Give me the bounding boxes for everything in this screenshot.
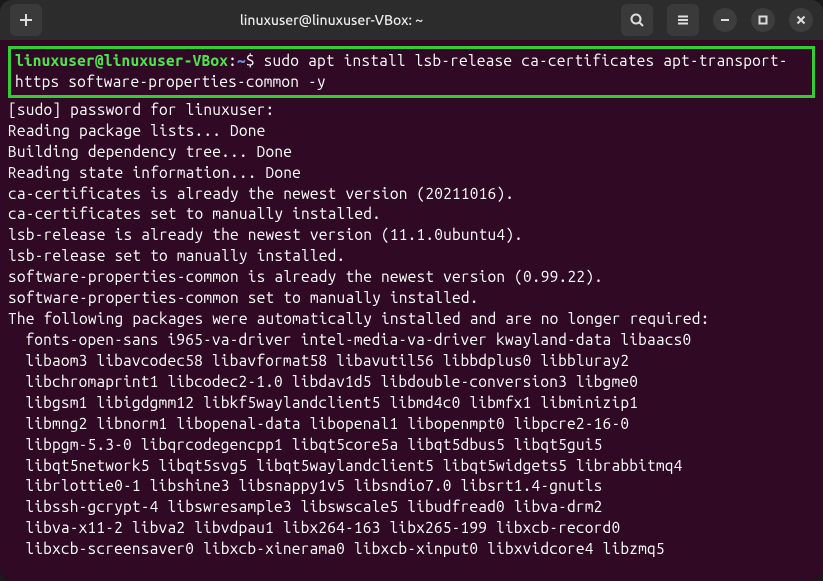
output-line: software-properties-common set to manual… [8, 288, 815, 309]
package-line: librlottie0-1 libshine3 libsnappy1v5 lib… [8, 476, 815, 497]
maximize-button[interactable] [751, 8, 775, 32]
close-button[interactable] [789, 8, 813, 32]
prompt-path: ~ [237, 52, 246, 69]
terminal-window: linuxuser@linuxuser-VBox: ~ linuxuser@li… [0, 0, 823, 581]
package-line: libmng2 libnorm1 libopenal-data libopena… [8, 414, 815, 435]
command-highlight: linuxuser@linuxuser-VBox:~$ sudo apt ins… [8, 46, 815, 98]
package-line: libpgm-5.3-0 libqrcodegencpp1 libqt5core… [8, 435, 815, 456]
output-line: Reading package lists... Done [8, 121, 815, 142]
package-line: libaom3 libavcodec58 libavformat58 libav… [8, 351, 815, 372]
titlebar: linuxuser@linuxuser-VBox: ~ [0, 0, 823, 40]
output-line: [sudo] password for linuxuser: [8, 100, 815, 121]
menu-button[interactable] [667, 4, 699, 36]
package-line: libssh-gcrypt-4 libswresample3 libswscal… [8, 497, 815, 518]
search-button[interactable] [621, 4, 653, 36]
prompt-user-host: linuxuser@linuxuser-VBox [15, 52, 228, 69]
output-line: The following packages were automaticall… [8, 309, 815, 330]
package-line: libva-x11-2 libva2 libvdpau1 libx264-163… [8, 518, 815, 539]
package-line: fonts-open-sans i965-va-driver intel-med… [8, 330, 815, 351]
window-title: linuxuser@linuxuser-VBox: ~ [50, 12, 613, 28]
new-tab-button[interactable] [10, 4, 42, 36]
titlebar-right [621, 4, 813, 36]
package-line: libgsm1 libigdgmm12 libkf5waylandclient5… [8, 393, 815, 414]
package-line: libchromaprint1 libcodec2-1.0 libdav1d5 … [8, 372, 815, 393]
output-line: Reading state information... Done [8, 163, 815, 184]
output-line: Building dependency tree... Done [8, 142, 815, 163]
output-line: software-properties-common is already th… [8, 267, 815, 288]
package-line: libqt5network5 libqt5svg5 libqt5waylandc… [8, 456, 815, 477]
titlebar-left [10, 4, 42, 36]
output-line: ca-certificates set to manually installe… [8, 204, 815, 225]
output-line: ca-certificates is already the newest ve… [8, 184, 815, 205]
output-line: lsb-release is already the newest versio… [8, 225, 815, 246]
terminal-body[interactable]: linuxuser@linuxuser-VBox:~$ sudo apt ins… [0, 40, 823, 581]
minimize-button[interactable] [713, 8, 737, 32]
package-line: libxcb-screensaver0 libxcb-xinerama0 lib… [8, 539, 815, 560]
output-line: lsb-release set to manually installed. [8, 246, 815, 267]
prompt-dollar: $ [246, 52, 264, 69]
prompt-colon: : [228, 52, 237, 69]
